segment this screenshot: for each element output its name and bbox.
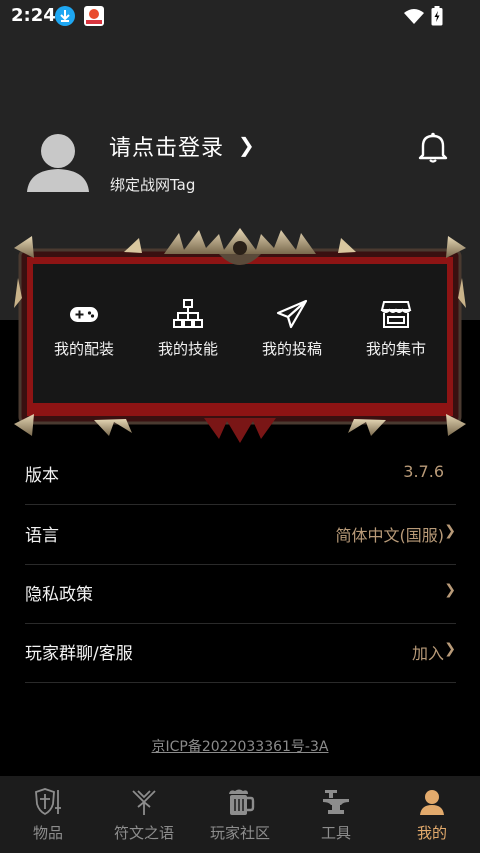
tab-mine[interactable]: 我的 — [384, 776, 480, 853]
row-label: 玩家群聊/客服 — [25, 644, 133, 664]
my-skills-button[interactable]: 我的技能 — [136, 298, 240, 368]
tab-label: 玩家社区 — [209, 824, 270, 842]
bottom-tab-bar: 物品 符文之语 玩家社区 工具 我的 — [0, 776, 480, 853]
user-icon — [420, 790, 444, 815]
paper-plane-icon — [276, 299, 308, 329]
my-market-button[interactable]: 我的集市 — [344, 298, 448, 368]
tab-tools[interactable]: 工具 — [288, 776, 384, 853]
version-value: 3.7.6 — [403, 462, 444, 481]
tab-items[interactable]: 物品 — [0, 776, 96, 853]
row-label: 语言 — [25, 526, 59, 546]
tab-community[interactable]: 玩家社区 — [192, 776, 288, 853]
bind-battlenet-link[interactable]: 绑定战网Tag — [110, 174, 195, 195]
language-value: 简体中文(国服) — [335, 526, 445, 545]
status-time: 2:24 — [11, 5, 56, 26]
tab-label: 物品 — [32, 824, 63, 842]
login-chevron-icon[interactable]: ❯ — [238, 133, 255, 157]
gamepad-icon — [70, 307, 98, 322]
bell-icon[interactable] — [418, 131, 448, 167]
row-label: 版本 — [25, 466, 59, 486]
my-loadouts-button[interactable]: 我的配装 — [32, 298, 136, 368]
row-label: 隐私政策 — [25, 585, 93, 605]
avatar[interactable] — [27, 132, 89, 192]
battery-icon — [431, 6, 443, 30]
tab-label: 符文之语 — [113, 824, 174, 842]
my-submissions-button[interactable]: 我的投稿 — [240, 298, 344, 368]
chevron-right-icon: ❯ — [444, 641, 456, 657]
settings-row-privacy[interactable]: 隐私政策 ❯ — [25, 564, 456, 624]
tab-label: 工具 — [320, 824, 351, 842]
chevron-right-icon: ❯ — [444, 582, 456, 598]
download-icon — [55, 6, 75, 26]
anvil-icon — [323, 790, 349, 814]
settings-row-version: 版本 3.7.6 — [25, 445, 456, 505]
settings-row-language[interactable]: 语言 简体中文(国服) ❯ — [25, 505, 456, 565]
shield-sword-icon — [35, 788, 61, 816]
app-notification-icon — [84, 6, 104, 26]
login-prompt[interactable]: 请点击登录 — [109, 130, 224, 162]
tile-label: 我的投稿 — [261, 340, 322, 358]
market-stall-icon — [380, 301, 412, 328]
join-value: 加入 — [411, 644, 444, 663]
settings-row-community[interactable]: 玩家群聊/客服 加入 ❯ — [25, 623, 456, 683]
tab-label: 我的 — [416, 824, 447, 842]
tile-label: 我的配装 — [53, 340, 114, 358]
wifi-icon — [404, 8, 424, 28]
beer-mug-icon — [229, 789, 255, 815]
icp-license-link[interactable]: 京ICP备2022033361号-3A — [0, 736, 480, 756]
chevron-right-icon: ❯ — [444, 523, 456, 539]
status-bar: 2:24 — [0, 0, 480, 34]
tab-runewords[interactable]: 符文之语 — [96, 776, 192, 853]
tile-label: 我的技能 — [157, 340, 218, 358]
tile-label: 我的集市 — [365, 340, 426, 358]
rune-icon — [132, 790, 156, 815]
skill-tree-icon — [173, 299, 203, 328]
